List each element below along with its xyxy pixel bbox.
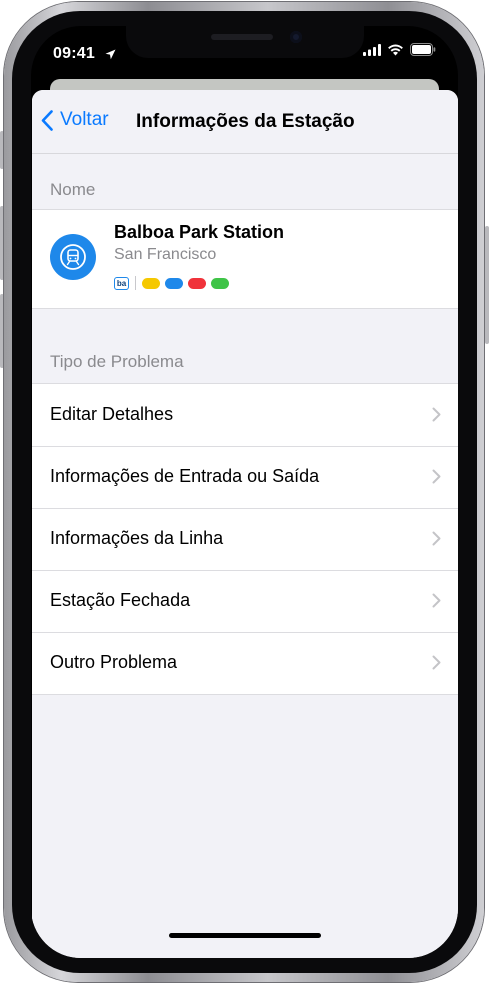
problem-other[interactable]: Outro Problema (32, 632, 458, 694)
line-badge-green (211, 277, 229, 289)
earpiece-speaker (211, 34, 273, 40)
phone-screen: 09:41 Voltar Informações da Estação Nome… (31, 26, 458, 958)
row-label: Estação Fechada (50, 590, 191, 610)
front-camera (290, 31, 302, 43)
location-arrow-icon (105, 47, 116, 65)
problem-entrance-exit-info[interactable]: Informações de Entrada ou Saída (32, 446, 458, 508)
row-label: Informações de Entrada ou Saída (50, 466, 320, 486)
chevron-left-icon (41, 109, 53, 131)
status-time: 09:41 (53, 45, 95, 62)
bart-logo-icon: ba (114, 276, 129, 290)
page-title: Informações da Estação (136, 111, 355, 132)
cellular-signal-icon (363, 43, 381, 61)
back-label: Voltar (60, 109, 109, 130)
problem-edit-details[interactable]: Editar Detalhes (32, 384, 458, 446)
chevron-right-icon (432, 593, 441, 608)
report-sheet: Voltar Informações da Estação Nome Balbo… (32, 90, 458, 958)
problem-type-list: Editar Detalhes Informações de Entrada o… (32, 383, 458, 695)
line-badge-red (188, 277, 206, 289)
problem-station-closed[interactable]: Estação Fechada (32, 570, 458, 632)
navigation-bar: Voltar Informações da Estação (32, 90, 458, 154)
wifi-icon (387, 43, 404, 61)
section-header-name: Nome (50, 180, 96, 199)
line-badge-blue (165, 277, 183, 289)
row-label: Informações da Linha (50, 528, 224, 548)
section-header-problem-type: Tipo de Problema (50, 352, 184, 371)
notch (126, 26, 364, 58)
row-label: Outro Problema (50, 652, 178, 672)
transit-lines: ba (114, 276, 234, 290)
divider (135, 276, 136, 290)
row-label: Editar Detalhes (50, 404, 174, 424)
station-cell: Balboa Park Station San Francisco ba (32, 209, 458, 309)
battery-icon (410, 43, 436, 61)
line-badge-yellow (142, 277, 160, 289)
power-button (485, 226, 489, 344)
chevron-right-icon (432, 531, 441, 546)
chevron-right-icon (432, 469, 441, 484)
problem-line-info[interactable]: Informações da Linha (32, 508, 458, 570)
station-city: San Francisco (114, 246, 217, 263)
grouped-list: Nome Balboa Park Station San Francisco b… (32, 154, 458, 958)
chevron-right-icon (432, 407, 441, 422)
station-name: Balboa Park Station (114, 222, 285, 242)
back-button[interactable]: Voltar (41, 109, 109, 131)
chevron-right-icon (432, 655, 441, 670)
home-indicator[interactable] (169, 933, 321, 938)
train-station-icon (50, 234, 96, 280)
